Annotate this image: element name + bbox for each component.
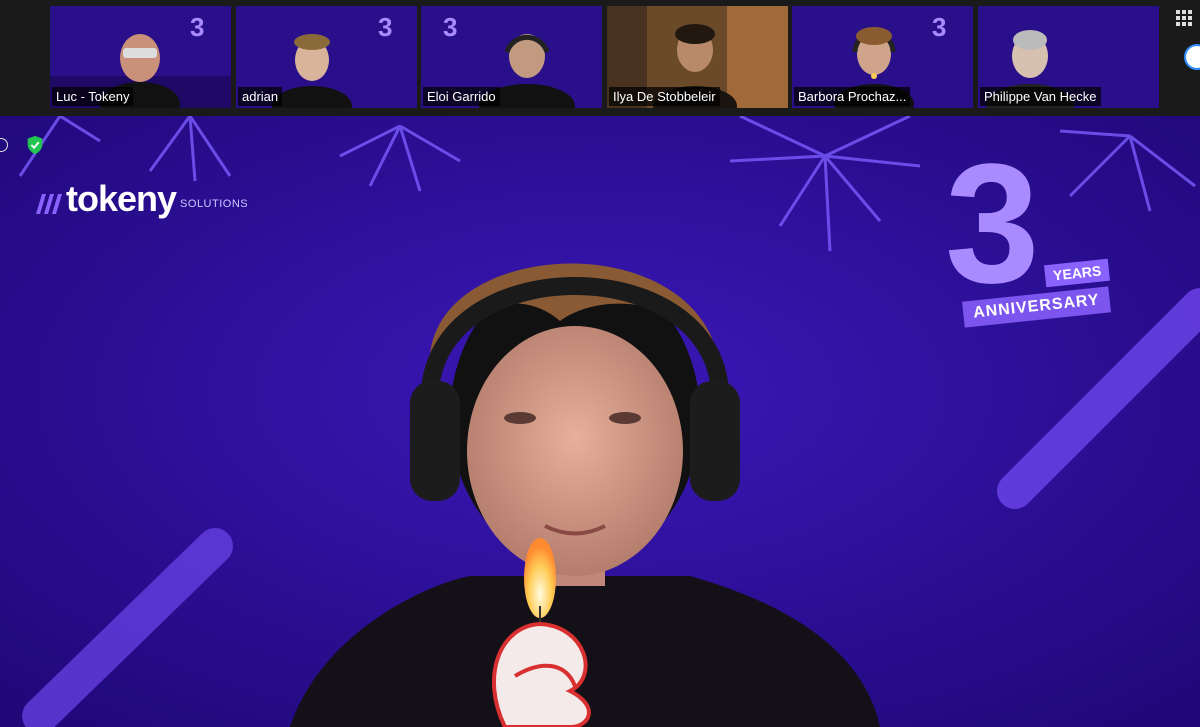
- participant-strip: 3 Luc - Tokeny 3 adrian 3 Eloi Garrido I…: [0, 0, 1200, 116]
- grid-view-icon[interactable]: [1176, 10, 1192, 26]
- participant-tile[interactable]: Ilya De Stobbeleir: [607, 6, 788, 108]
- participant-tile[interactable]: 3 Eloi Garrido: [421, 6, 602, 108]
- participant-tile[interactable]: Philippe Van Hecke: [978, 6, 1159, 108]
- brand-logo: tokeny SOLUTIONS: [34, 178, 249, 219]
- svg-text:3: 3: [190, 12, 204, 42]
- participant-name: Philippe Van Hecke: [980, 87, 1101, 106]
- anniversary-badge: 3 YEARS ANNIVERSARY: [945, 129, 1155, 344]
- svg-text:3: 3: [443, 12, 457, 42]
- shield-check-icon[interactable]: [24, 134, 46, 156]
- participant-name: adrian: [238, 87, 283, 106]
- logo-word: tokeny: [66, 178, 177, 219]
- participant-name: Barbora Prochaz...: [794, 87, 911, 106]
- participant-tile[interactable]: 3 adrian: [236, 6, 417, 108]
- svg-text:3: 3: [932, 12, 946, 42]
- participant-name: Ilya De Stobbeleir: [609, 87, 720, 106]
- logo-mark-icon: [36, 194, 62, 214]
- participant-name: Eloi Garrido: [423, 87, 500, 106]
- anniversary-number: 3: [945, 129, 1040, 319]
- logo-subtitle: SOLUTIONS: [180, 198, 249, 210]
- participant-name: Luc - Tokeny: [52, 87, 134, 106]
- main-speaker-video: tokeny SOLUTIONS 3 YEARS ANNIVERSARY: [0, 116, 1200, 727]
- view-toggle-button[interactable]: [1184, 44, 1200, 70]
- participant-tile[interactable]: 3 Luc - Tokeny: [50, 6, 231, 108]
- svg-text:3: 3: [378, 12, 392, 42]
- anniversary-years-label: YEARS: [1044, 258, 1111, 288]
- participant-tile-active-speaker[interactable]: 3 Barbora Prochaz...: [792, 6, 973, 108]
